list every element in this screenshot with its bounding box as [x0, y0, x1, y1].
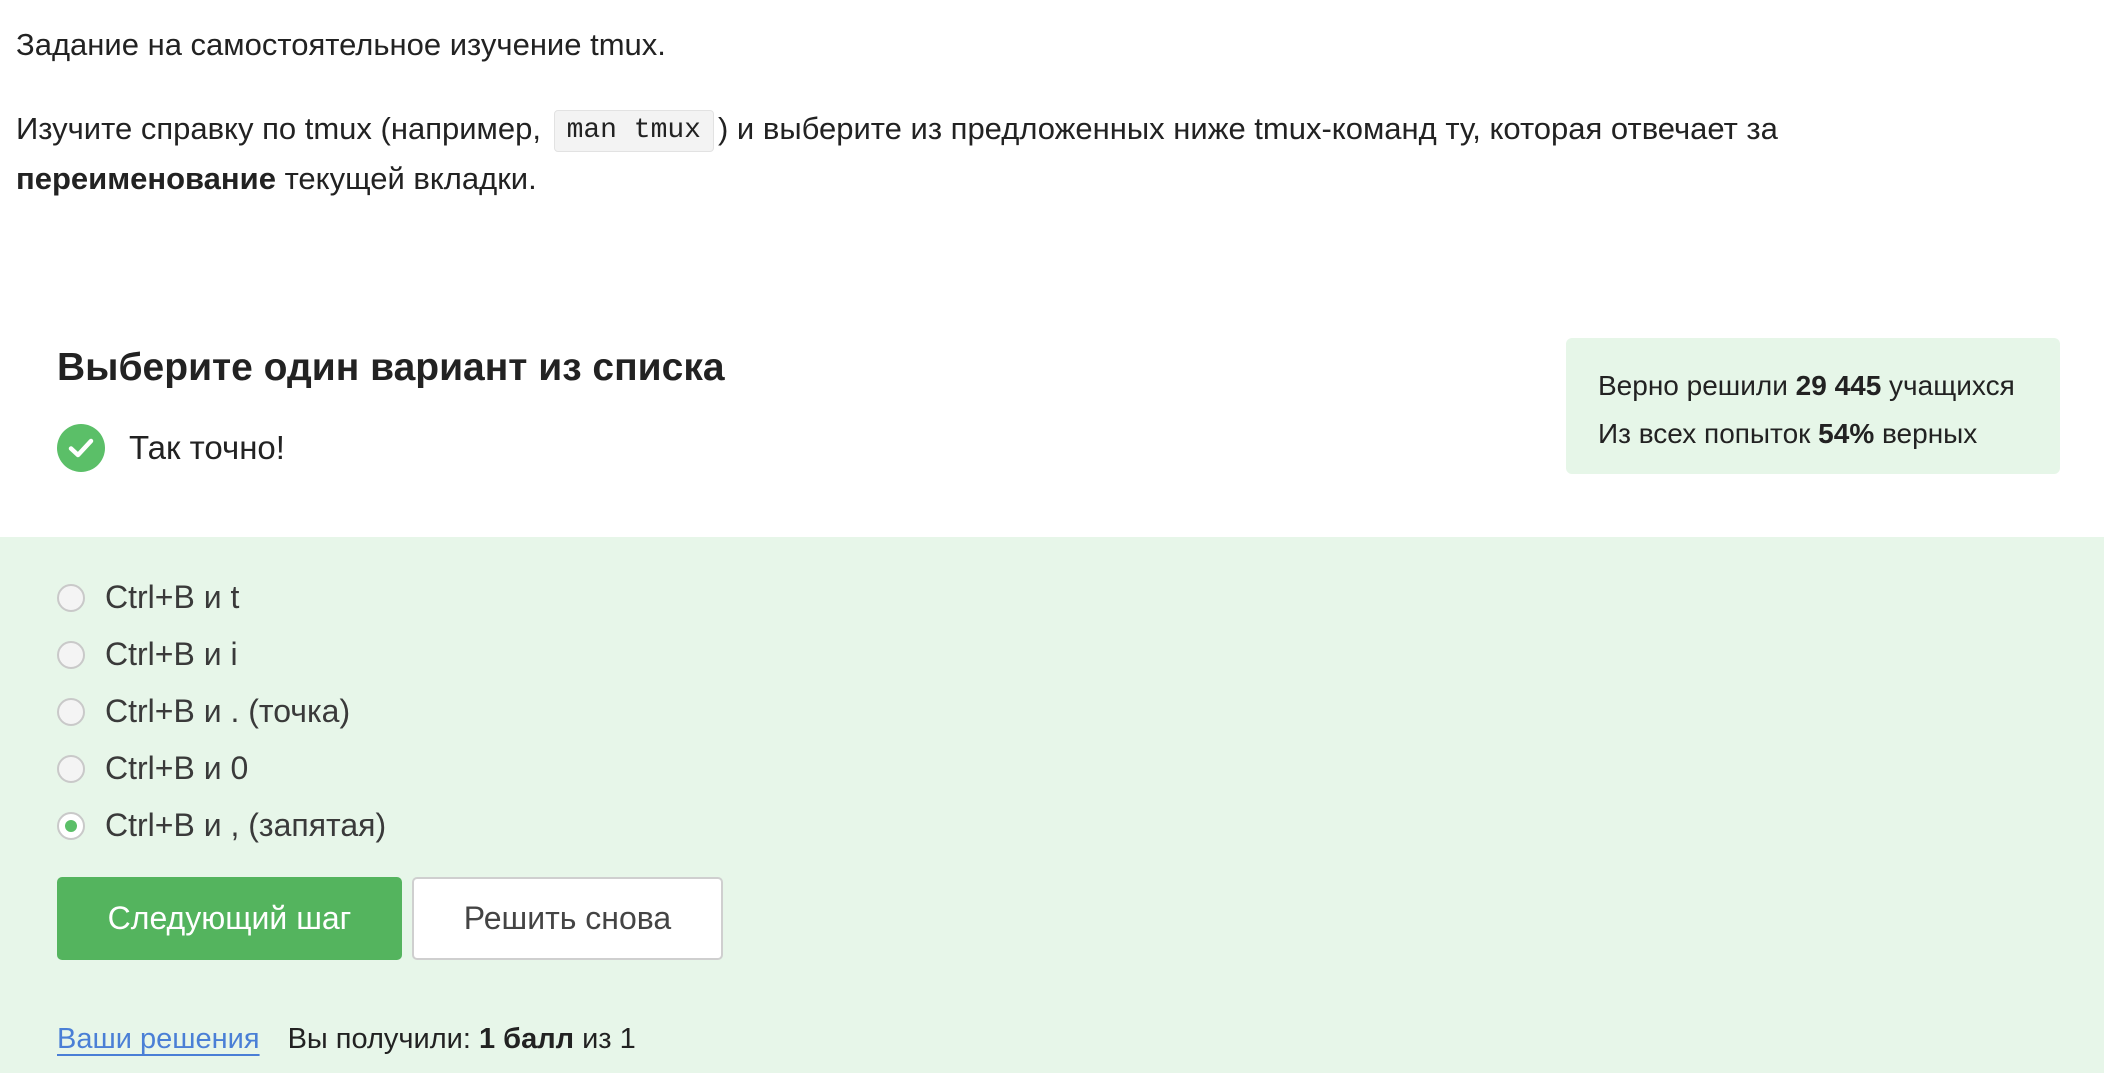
quiz-title: Выберите один вариант из списка: [57, 346, 725, 389]
correct-feedback: Так точно!: [57, 424, 285, 472]
stats-panel: Верно решили 29 445 учащихся Из всех поп…: [1566, 338, 2060, 474]
option-item[interactable]: Ctrl+B и . (точка): [57, 683, 386, 740]
task-intro: Задание на самостоятельное изучение tmux…: [16, 27, 666, 62]
code-snippet: man tmux: [553, 110, 714, 152]
score-text: Вы получили: 1 балл из 1: [288, 1023, 636, 1056]
stats-solved-suffix: учащихся: [1881, 370, 2015, 401]
radio-button[interactable]: [57, 583, 85, 612]
radio-button-selected[interactable]: [57, 811, 85, 840]
score-suffix: из 1: [574, 1023, 636, 1055]
stats-attempts-suffix: верных: [1874, 418, 1978, 449]
option-label: Ctrl+B и 0: [105, 750, 249, 786]
stats-attempts-percent: 54%: [1818, 418, 1875, 449]
radio-dot: [65, 819, 77, 832]
bold-keyword: переименование: [16, 161, 276, 196]
radio-button[interactable]: [57, 754, 85, 783]
score-value: 1 балл: [478, 1023, 575, 1055]
solve-again-button[interactable]: Решить снова: [412, 877, 723, 960]
option-label: Ctrl+B и . (точка): [105, 693, 351, 729]
your-solutions-link[interactable]: Ваши решения: [57, 1023, 260, 1056]
option-label: Ctrl+B и , (запятая): [105, 807, 387, 843]
score-prefix: Вы получили:: [287, 1023, 479, 1055]
option-label: Ctrl+B и t: [105, 579, 240, 615]
instructions-text-cont: ) и выберите из предложенных ниже tmux-к…: [717, 111, 1778, 146]
next-step-button[interactable]: Следующий шаг: [57, 877, 402, 960]
stats-solved: Верно решили 29 445 учащихся: [1598, 362, 2060, 410]
option-item-selected[interactable]: Ctrl+B и , (запятая): [57, 797, 386, 854]
instructions-text: Изучите справку по tmux (например,: [16, 111, 550, 146]
stats-attempts-prefix: Из всех попыток: [1598, 418, 1819, 449]
radio-button[interactable]: [57, 640, 85, 669]
checkmark-icon: [57, 424, 105, 472]
option-item[interactable]: Ctrl+B и 0: [57, 740, 386, 797]
feedback-text: Так точно!: [129, 429, 285, 466]
task-description: Задание на самостоятельное изучение tmux…: [16, 20, 2076, 204]
step-page: Задание на самостоятельное изучение tmux…: [0, 0, 2104, 1073]
instructions-text-end: текущей вкладки.: [275, 161, 537, 196]
task-instructions: Изучите справку по tmux (например, man t…: [16, 104, 2076, 204]
option-item[interactable]: Ctrl+B и t: [57, 569, 386, 626]
option-item[interactable]: Ctrl+B и i: [57, 626, 386, 683]
radio-button[interactable]: [57, 697, 85, 726]
stats-solved-prefix: Верно решили: [1598, 370, 1796, 401]
stats-solved-count: 29 445: [1795, 370, 1882, 401]
result-footer: Ваши решения Вы получили: 1 балл из 1: [57, 1023, 636, 1056]
options-list: Ctrl+B и t Ctrl+B и i Ctrl+B и . (точка)…: [57, 569, 386, 854]
option-label: Ctrl+B и i: [105, 636, 238, 672]
stats-attempts: Из всех попыток 54% верных: [1598, 410, 2060, 458]
answer-area: Ctrl+B и t Ctrl+B и i Ctrl+B и . (точка)…: [0, 537, 2104, 1073]
